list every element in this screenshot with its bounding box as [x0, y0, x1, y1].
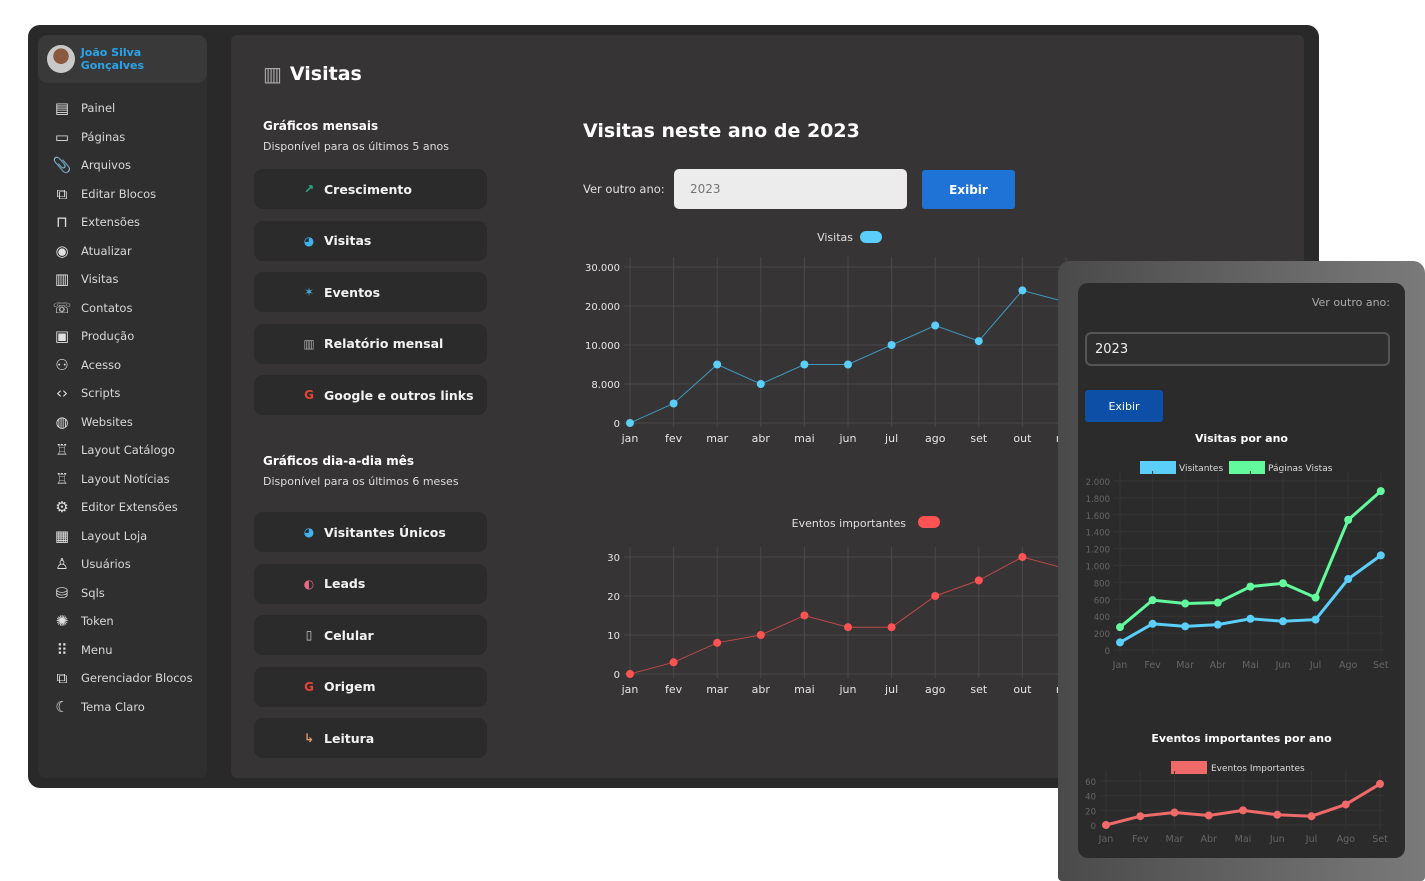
legend-swatch: [1171, 761, 1207, 774]
y-tick-label: 800: [1094, 579, 1110, 589]
y-tick-label: 600: [1094, 596, 1110, 606]
data-point: [1181, 599, 1190, 608]
x-tick-label: Jan: [1098, 834, 1114, 845]
data-point: [1344, 575, 1353, 584]
data-point: [1341, 800, 1350, 809]
data-point: [1279, 579, 1287, 588]
data-point: [1116, 623, 1124, 632]
y-tick-label: 40: [1085, 793, 1096, 803]
y-tick-label: 1.800: [1086, 495, 1110, 505]
mobile-preview: Ver outro ano: Exibir Visitas por ano Ev…: [1058, 261, 1425, 881]
x-tick-label: Jul: [1305, 834, 1317, 845]
data-point: [1311, 593, 1320, 602]
legend-swatch: [1229, 461, 1265, 474]
data-point: [1181, 622, 1190, 631]
y-tick-label: 0: [1105, 647, 1110, 657]
x-tick-label: Set: [1372, 834, 1388, 845]
data-point: [1102, 821, 1110, 829]
y-tick-label: 200: [1094, 630, 1110, 640]
y-tick-label: 1.600: [1086, 512, 1110, 522]
x-tick-label: Set: [1373, 660, 1389, 671]
data-point: [1204, 811, 1213, 820]
x-tick-label: Ago: [1339, 660, 1358, 671]
data-point: [1246, 614, 1255, 623]
data-point: [1170, 808, 1179, 817]
x-tick-label: Mar: [1166, 834, 1184, 845]
x-tick-label: Jun: [1269, 834, 1285, 845]
data-point: [1376, 487, 1385, 496]
mobile-charts: Visitantes Páginas Vistas02004006008001.0…: [1085, 461, 1389, 845]
data-point: [1213, 598, 1222, 607]
legend-label: Páginas Vistas: [1268, 464, 1333, 474]
data-point: [1376, 779, 1384, 788]
data-point: [1307, 812, 1316, 821]
x-tick-label: Mai: [1235, 834, 1252, 845]
x-tick-label: Abr: [1201, 834, 1218, 845]
y-tick-label: 400: [1094, 613, 1110, 623]
y-tick-label: 1.000: [1086, 563, 1110, 573]
x-tick-label: Abr: [1210, 660, 1227, 671]
y-tick-label: 0: [1091, 822, 1096, 832]
x-tick-label: Mai: [1242, 660, 1259, 671]
y-tick-label: 1.400: [1086, 529, 1110, 539]
data-point: [1344, 515, 1353, 524]
data-point: [1279, 617, 1287, 626]
x-tick-label: Fev: [1144, 660, 1161, 671]
y-tick-label: 1.200: [1086, 546, 1110, 556]
data-point: [1116, 638, 1124, 647]
y-tick-label: 20: [1085, 807, 1096, 817]
data-point: [1311, 615, 1320, 624]
y-tick-label: 2.000: [1086, 478, 1110, 488]
x-tick-label: Ago: [1337, 834, 1356, 845]
data-point: [1213, 620, 1222, 629]
x-tick-label: Jul: [1309, 660, 1321, 671]
y-tick-label: 60: [1085, 778, 1096, 788]
x-tick-label: Jan: [1112, 660, 1128, 671]
data-point: [1239, 806, 1247, 815]
legend-label: Eventos Importantes: [1211, 764, 1305, 774]
legend-swatch: [1140, 461, 1176, 474]
x-tick-label: Mar: [1176, 660, 1194, 671]
data-point: [1136, 812, 1145, 821]
x-tick-label: Jun: [1275, 660, 1291, 671]
data-point: [1246, 582, 1255, 591]
x-tick-label: Fev: [1132, 834, 1149, 845]
data-point: [1148, 596, 1157, 605]
data-point: [1148, 619, 1157, 628]
data-point: [1273, 810, 1282, 819]
data-point: [1376, 551, 1385, 560]
